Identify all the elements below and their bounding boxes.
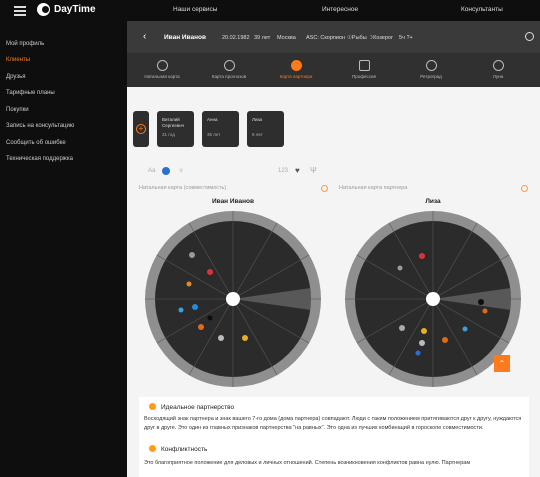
sidebar-item-report-bug[interactable]: Сообщить об ошибке bbox=[6, 140, 66, 146]
forecast-chart-icon bbox=[223, 60, 235, 71]
tab-label: Ретроград bbox=[420, 74, 442, 79]
right-chart-name: Лиза bbox=[425, 198, 441, 205]
app-name: DayTime bbox=[54, 4, 96, 15]
fork-icon[interactable]: Ψ bbox=[310, 166, 317, 175]
partner-age: 8 лет bbox=[252, 132, 263, 137]
tab-label: Карта партнера bbox=[279, 74, 313, 79]
help-icon[interactable] bbox=[521, 185, 528, 192]
gear-icon[interactable] bbox=[525, 32, 534, 41]
partner-name: Виталий Сергеевич bbox=[162, 117, 185, 128]
info-text-partnership: Восходящий знак партнера и знак вашего 7… bbox=[144, 416, 522, 431]
profile-time: 5ч ?+ bbox=[399, 35, 413, 41]
profile-bar: ‹ Иван Иванов 20.02.1982 39 лет Москва A… bbox=[127, 21, 540, 53]
tab-bar: Натальная карта Карта прогнозов Карта па… bbox=[127, 53, 540, 87]
tab-profession[interactable]: Профессия bbox=[331, 53, 397, 87]
text-mode-toggle[interactable]: Аа bbox=[148, 168, 155, 174]
moon-icon bbox=[492, 60, 504, 71]
add-partner-button[interactable]: + bbox=[133, 111, 149, 147]
left-chart-caption: Натальная карта (совместимость) bbox=[139, 185, 227, 191]
tab-moon[interactable]: Луна bbox=[465, 53, 531, 87]
info-heading-partnership: Идеальное партнерство bbox=[149, 403, 234, 411]
profile-date: 20.02.1982 bbox=[222, 35, 250, 41]
tab-forecast-chart[interactable]: Карта прогнозов bbox=[196, 53, 262, 87]
nav-services[interactable]: Наши сервисы bbox=[173, 6, 217, 13]
tab-label: Луна bbox=[492, 74, 504, 79]
help-icon[interactable] bbox=[321, 185, 328, 192]
partner-name: Лиза bbox=[252, 117, 263, 122]
sidebar-item-friends[interactable]: Друзья bbox=[6, 74, 25, 80]
heart-icon[interactable]: ♥ bbox=[295, 166, 300, 175]
tab-partner-chart[interactable]: Карта партнера bbox=[263, 53, 329, 87]
sidebar-item-plans[interactable]: Тарифные планы bbox=[6, 90, 55, 96]
globe-icon[interactable] bbox=[162, 167, 170, 175]
profile-name: Иван Иванов bbox=[164, 34, 207, 41]
tab-label: Натальная карта bbox=[144, 74, 180, 79]
chevron-up-icon[interactable]: ⌃ bbox=[494, 355, 510, 372]
number-mode-toggle[interactable]: 123 bbox=[278, 168, 288, 174]
chevron-left-icon[interactable]: ‹ bbox=[143, 32, 146, 42]
partner-chart-icon bbox=[290, 60, 302, 71]
partner-card[interactable]: Лиза 8 лет bbox=[247, 111, 284, 147]
left-chart-name: Иван Иванов bbox=[211, 198, 255, 205]
partner-age: 35 лет bbox=[207, 132, 221, 137]
tab-natal-chart[interactable]: Натальная карта bbox=[129, 53, 195, 87]
partner-card[interactable]: Виталий Сергеевич 31 год bbox=[157, 111, 194, 147]
tab-retrograde[interactable]: Ретроград bbox=[398, 53, 464, 87]
nav-consultants[interactable]: Консультанты bbox=[461, 6, 503, 13]
main-content: + Виталий Сергеевич 31 год Анна 35 лет Л… bbox=[127, 87, 540, 477]
partner-name: Анна bbox=[207, 117, 218, 122]
profile-city: Москва bbox=[277, 35, 296, 41]
natal-chart-icon bbox=[156, 60, 168, 71]
trident-icon[interactable]: ♆ bbox=[178, 166, 184, 175]
logo-icon bbox=[37, 3, 50, 16]
sidebar: Мой профиль Клиенты Друзья Тарифные план… bbox=[0, 21, 127, 477]
plus-icon: + bbox=[136, 124, 146, 134]
tab-label: Карта прогнозов bbox=[211, 74, 247, 79]
info-panel: Идеальное партнерство Восходящий знак па… bbox=[139, 397, 529, 477]
right-chart-caption: Натальная карта партнера bbox=[339, 185, 408, 191]
info-text-conflict: Это благоприятное положение для деловых … bbox=[144, 460, 471, 466]
info-icon bbox=[149, 445, 156, 452]
retrograde-icon bbox=[425, 60, 437, 71]
partner-card[interactable]: Анна 35 лет bbox=[202, 111, 239, 147]
profile-signs: ☉Рыбы ☽Козерог bbox=[347, 35, 393, 41]
info-heading-conflict: Конфликтность bbox=[149, 445, 207, 453]
tab-label: Профессия bbox=[352, 74, 376, 79]
partner-age: 31 год bbox=[162, 132, 175, 137]
sidebar-item-consultation[interactable]: Запись на консультацию bbox=[6, 123, 74, 129]
profile-age: 39 лет bbox=[254, 35, 271, 41]
sidebar-item-profile[interactable]: Мой профиль bbox=[6, 41, 44, 47]
sidebar-item-purchases[interactable]: Покупки bbox=[6, 107, 29, 113]
app-logo[interactable]: DayTime bbox=[37, 3, 96, 16]
info-icon bbox=[149, 403, 156, 410]
sidebar-item-clients[interactable]: Клиенты bbox=[6, 57, 30, 63]
sidebar-item-support[interactable]: Техническая поддержка bbox=[6, 156, 73, 162]
nav-interesting[interactable]: Интересное bbox=[322, 6, 358, 13]
profession-icon bbox=[358, 60, 370, 71]
menu-icon[interactable] bbox=[14, 6, 26, 16]
top-bar: DayTime Наши сервисы Интересное Консульт… bbox=[0, 0, 540, 21]
profile-asc: ASC: Скорпион bbox=[306, 35, 346, 41]
left-natal-wheel[interactable] bbox=[144, 210, 322, 388]
